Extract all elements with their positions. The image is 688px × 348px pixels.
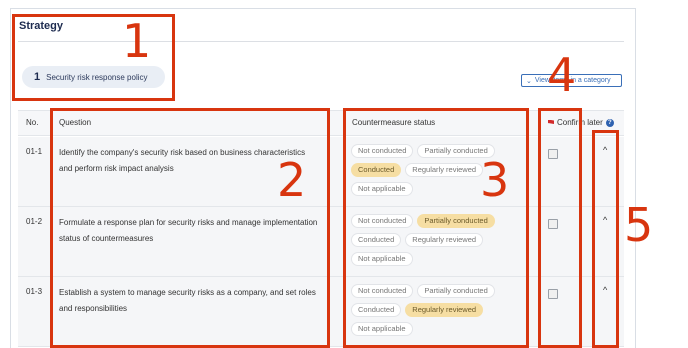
callout-number-2: 2: [277, 153, 307, 207]
callout-number-3: 3: [480, 153, 510, 207]
callout-box-5: [592, 130, 619, 348]
header-no: No.: [26, 118, 39, 127]
chevron-down-icon: ⌄: [526, 77, 532, 85]
row-number: 01-2: [26, 217, 43, 226]
help-icon[interactable]: ?: [605, 119, 614, 127]
callout-box-3: [343, 108, 529, 348]
callout-box-2: [50, 108, 330, 348]
row-number: 01-3: [26, 287, 43, 296]
callout-number-4: 4: [547, 48, 577, 102]
row-number: 01-1: [26, 147, 43, 156]
callout-number-1: 1: [122, 14, 152, 68]
callout-box-4: [538, 108, 582, 348]
callout-number-5: 5: [624, 198, 654, 252]
